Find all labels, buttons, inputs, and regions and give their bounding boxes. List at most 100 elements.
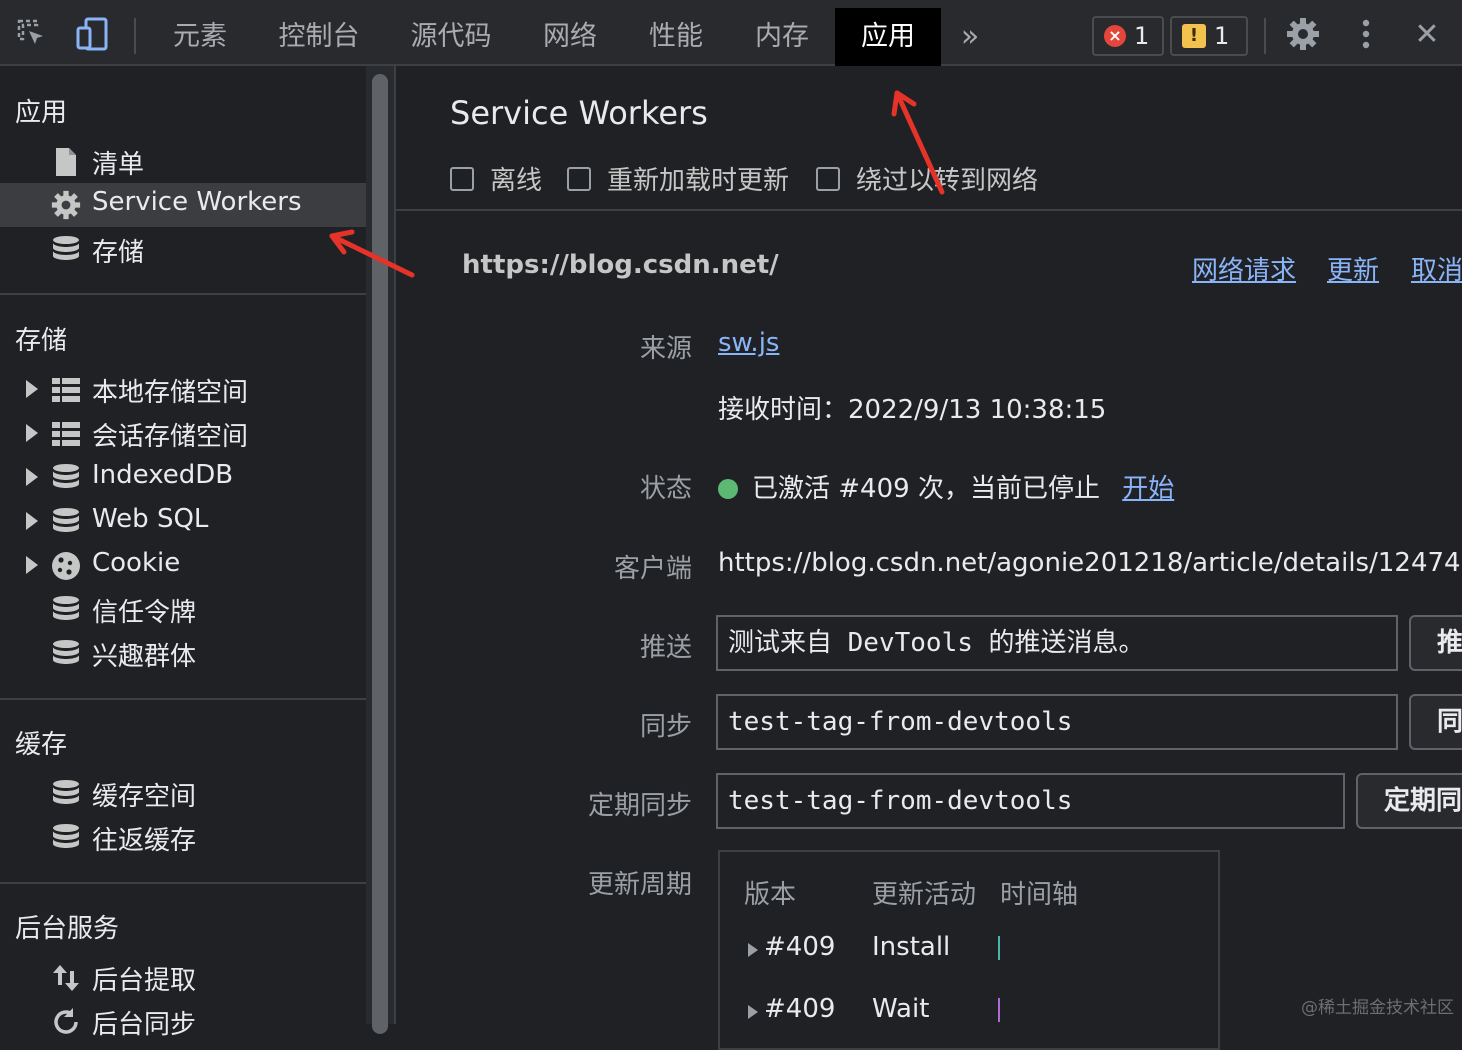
sidebar-scrollbar-thumb[interactable] [372, 74, 388, 1034]
tab-memory[interactable]: 内存 [742, 8, 822, 66]
checkbox-box[interactable] [450, 166, 474, 191]
error-count: 1 [1134, 22, 1150, 50]
warning-count: 1 [1214, 22, 1230, 50]
expand-arrow-icon[interactable] [748, 943, 758, 957]
panel-divider [396, 209, 1462, 211]
sidebar-item-label: 信任令牌 [92, 598, 197, 628]
table-row[interactable]: #409 [748, 932, 835, 962]
warning-count-badge[interactable]: ! 1 [1170, 16, 1248, 56]
expand-arrow-icon[interactable] [26, 424, 38, 442]
error-icon: × [1104, 25, 1126, 47]
tab-elements[interactable]: 元素 [160, 8, 240, 66]
sidebar-item-background-fetch[interactable]: 后台提取 [0, 956, 366, 1000]
periodic-sync-button[interactable]: 定期同步 [1356, 773, 1462, 829]
section-divider [0, 698, 366, 700]
sidebar-item-label: Service Workers [92, 187, 302, 217]
sidebar-item-interest-groups[interactable]: 兴趣群体 [0, 632, 366, 676]
expand-arrow-icon[interactable] [26, 380, 38, 398]
sidebar-item-indexeddb[interactable]: IndexedDB [0, 456, 366, 500]
update-on-reload-checkbox[interactable]: 重新加载时更新 [567, 160, 789, 197]
fetch-arrows-icon [50, 962, 82, 994]
sidebar-item-service-workers[interactable]: Service Workers [0, 183, 366, 227]
tab-network[interactable]: 网络 [530, 8, 610, 66]
expand-arrow-icon[interactable] [748, 1005, 758, 1019]
sidebar-item-label: 本地存储空间 [92, 378, 249, 408]
client-label: 客户端 [613, 554, 692, 584]
tab-sources[interactable]: 源代码 [398, 8, 504, 66]
database-icon [50, 822, 82, 854]
sync-tag-input[interactable]: test-tag-from-devtools [716, 694, 1398, 750]
tab-application[interactable]: 应用 [835, 8, 941, 66]
worker-origin: https://blog.csdn.net/ [462, 250, 779, 280]
tab-performance[interactable]: 性能 [636, 8, 716, 66]
devtools-toolbar: 元素 控制台 源代码 网络 性能 内存 应用 » × 1 ! 1 ✕ [0, 0, 1462, 66]
sidebar-item-label: 后台同步 [92, 1010, 197, 1040]
service-workers-panel: Service Workers 离线 重新加载时更新 绕过以转到网络 https… [396, 66, 1462, 1050]
sidebar-item-cookie[interactable]: Cookie [0, 544, 366, 588]
sidebar-item-storage[interactable]: 存储 [0, 228, 366, 272]
expand-arrow-icon[interactable] [26, 556, 38, 574]
sidebar-item-label: 兴趣群体 [92, 642, 197, 672]
status-text: 已激活 #409 次，当前已停止 [752, 474, 1100, 504]
timeline-bar [998, 936, 1000, 960]
sync-label: 同步 [639, 712, 692, 742]
start-link[interactable]: 开始 [1122, 474, 1174, 504]
sidebar-scrollbar[interactable] [366, 66, 396, 1034]
sidebar-item-cache-storage[interactable]: 缓存空间 [0, 772, 366, 816]
sidebar-item-local-storage[interactable]: 本地存储空间 [0, 368, 366, 412]
section-title-application: 应用 [15, 98, 68, 128]
update-link[interactable]: 更新 [1327, 250, 1379, 287]
push-label: 推送 [639, 633, 692, 663]
checkbox-label: 重新加载时更新 [607, 166, 790, 196]
table-icon [50, 374, 82, 406]
settings-gear-icon[interactable] [1283, 14, 1323, 54]
expand-arrow-icon[interactable] [26, 512, 38, 530]
checkbox-label: 绕过以转到网络 [856, 166, 1039, 196]
sidebar-item-back-forward-cache[interactable]: 往返缓存 [0, 816, 366, 860]
close-devtools-icon[interactable]: ✕ [1407, 14, 1447, 54]
more-tabs-button[interactable]: » [950, 8, 990, 66]
device-toolbar-icon[interactable] [72, 14, 112, 54]
sync-button[interactable]: 同步 [1409, 694, 1462, 750]
expand-arrow-icon[interactable] [26, 468, 38, 486]
push-message-input[interactable]: 测试来自 DevTools 的推送消息。 [716, 615, 1398, 671]
sidebar-item-background-sync[interactable]: 后台同步 [0, 1000, 366, 1044]
gear-icon [50, 189, 82, 221]
sidebar-item-label: IndexedDB [92, 460, 234, 490]
push-button[interactable]: 推送 [1409, 615, 1462, 671]
sidebar-item-label: 缓存空间 [92, 782, 197, 812]
source-link[interactable]: sw.js [718, 328, 779, 358]
sidebar-item-label: 会话存储空间 [92, 422, 249, 452]
sidebar-item-label: 存储 [92, 238, 145, 268]
table-row[interactable]: #409 [748, 994, 835, 1024]
status-active-dot [718, 479, 738, 499]
sidebar-item-manifest[interactable]: 清单 [0, 140, 366, 184]
cookie-icon [50, 550, 82, 582]
database-icon [50, 506, 82, 538]
checkbox-box[interactable] [816, 166, 840, 191]
toolbar-separator [134, 18, 136, 54]
sidebar-item-session-storage[interactable]: 会话存储空间 [0, 412, 366, 456]
error-count-badge[interactable]: × 1 [1092, 16, 1164, 56]
bypass-for-network-checkbox[interactable]: 绕过以转到网络 [816, 160, 1038, 197]
network-requests-link[interactable]: 网络请求 [1192, 250, 1296, 287]
checkbox-box[interactable] [567, 166, 591, 191]
sidebar-item-web-sql[interactable]: Web SQL [0, 500, 366, 544]
status-row: 已激活 #409 次，当前已停止 开始 [718, 468, 1174, 505]
database-icon [50, 594, 82, 626]
periodic-sync-tag-input[interactable]: test-tag-from-devtools [716, 773, 1345, 829]
unregister-link[interactable]: 取消 [1411, 250, 1462, 287]
inspect-element-icon[interactable] [12, 14, 52, 54]
section-divider [0, 293, 366, 295]
update-cycle-label: 更新周期 [587, 870, 692, 900]
column-header-timeline: 时间轴 [1000, 880, 1079, 910]
column-header-activity: 更新活动 [872, 880, 977, 910]
file-icon [50, 146, 82, 178]
client-url[interactable]: https://blog.csdn.net/agonie201218/artic… [718, 548, 1462, 578]
sidebar-item-trust-tokens[interactable]: 信任令牌 [0, 588, 366, 632]
more-options-icon[interactable] [1346, 14, 1386, 54]
section-title-cache: 缓存 [15, 730, 68, 760]
received-time: 接收时间：2022/9/13 10:38:15 [718, 395, 1107, 425]
offline-checkbox[interactable]: 离线 [450, 160, 542, 197]
tab-console[interactable]: 控制台 [266, 8, 372, 66]
